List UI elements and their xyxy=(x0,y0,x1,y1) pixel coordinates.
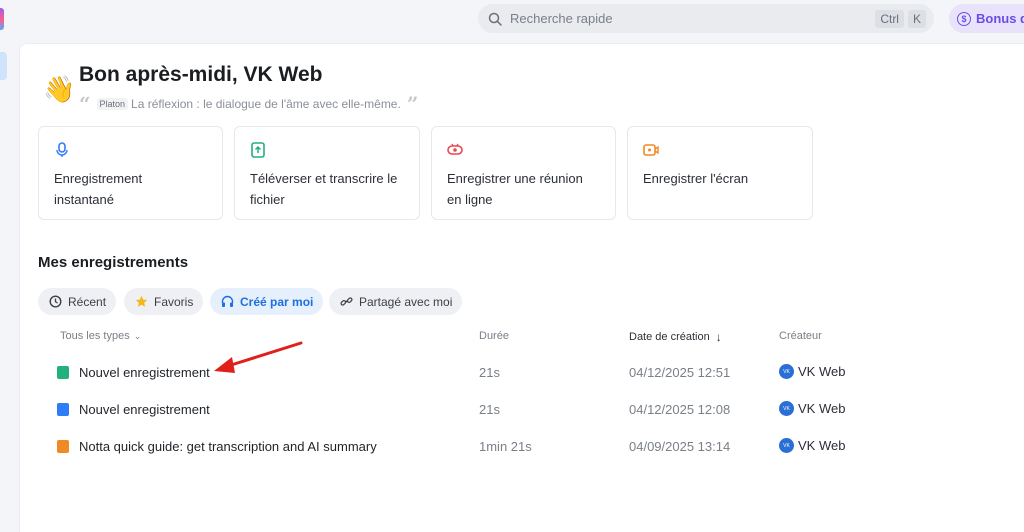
filter-label: Favoris xyxy=(154,294,194,309)
filter-label: Créé par moi xyxy=(240,294,314,309)
recording-duration: 21s xyxy=(479,402,500,417)
upload-transcribe-card[interactable]: Téléverser et transcrire le fichier xyxy=(234,126,420,220)
bonus-button[interactable]: $ Bonus d xyxy=(949,4,1024,33)
headphones-icon xyxy=(220,295,234,309)
sidebar-active-indicator[interactable] xyxy=(0,52,7,80)
shortcut-ctrl: Ctrl xyxy=(875,9,904,28)
recording-duration: 1min 21s xyxy=(479,439,532,454)
table-row[interactable]: Notta quick guide: get transcription and… xyxy=(40,430,940,464)
quote-text: La réflexion : le dialogue de l'âme avec… xyxy=(131,97,401,111)
bonus-label: Bonus d xyxy=(976,11,1024,26)
page-title: Bon après-midi, VK Web xyxy=(79,63,323,86)
quote-author: Platon xyxy=(96,98,129,110)
recording-creator: VK VK Web xyxy=(779,401,845,416)
creator-name: VK Web xyxy=(798,401,846,416)
filter-recent[interactable]: Récent xyxy=(38,288,117,315)
quote: “ Platon La réflexion : le dialogue de l… xyxy=(79,92,419,116)
column-type: Tous les types xyxy=(60,330,130,342)
filter-favorites[interactable]: Favoris xyxy=(124,288,204,315)
column-duration[interactable]: Durée xyxy=(479,330,509,342)
clock-icon xyxy=(48,295,62,309)
sort-desc-icon: ↓ xyxy=(715,330,722,344)
recording-date: 04/12/2025 12:51 xyxy=(629,365,731,380)
screen-record-icon xyxy=(643,142,659,158)
record-screen-card[interactable]: Enregistrer l'écran xyxy=(627,126,813,220)
card-label-line1: Enregistrer une réunion xyxy=(447,171,583,186)
star-icon xyxy=(134,295,148,309)
recording-creator: VK VK Web xyxy=(779,438,845,453)
card-label-line1: Enregistrer l'écran xyxy=(643,171,749,186)
mic-icon xyxy=(54,142,70,158)
top-bar: Recherche rapide Ctrl K $ Bonus d xyxy=(0,0,1024,38)
recording-name[interactable]: Nouvel enregistrement xyxy=(79,402,210,417)
filter-shared-with-me[interactable]: Partagé avec moi xyxy=(329,288,463,315)
upload-file-icon xyxy=(57,366,69,379)
table-row[interactable]: Nouvel enregistrement 21s 04/12/2025 12:… xyxy=(40,393,940,427)
creator-name: VK Web xyxy=(798,438,846,453)
recording-name[interactable]: Notta quick guide: get transcription and… xyxy=(79,439,377,454)
dollar-icon: $ xyxy=(957,11,971,26)
filter-label: Récent xyxy=(68,294,107,309)
card-label-line2: en ligne xyxy=(447,192,493,207)
column-creator[interactable]: Créateur xyxy=(779,330,822,342)
video-file-icon xyxy=(57,440,69,453)
filter-created-by-me[interactable]: Créé par moi xyxy=(210,288,324,315)
chevron-down-icon: ⌄ xyxy=(133,330,142,341)
upload-icon xyxy=(250,142,266,158)
mic-file-icon xyxy=(57,403,69,416)
section-title: Mes enregistrements xyxy=(38,254,189,271)
card-label-line2: instantané xyxy=(54,192,114,207)
avatar: VK xyxy=(779,438,794,453)
recording-duration: 21s xyxy=(479,365,500,380)
filter-label: Partagé avec moi xyxy=(359,294,453,309)
recording-name[interactable]: Nouvel enregistrement xyxy=(79,365,210,380)
recording-creator: VK VK Web xyxy=(779,364,845,379)
card-label-line1: Téléverser et transcrire le xyxy=(250,171,398,186)
close-quote-icon: ” xyxy=(406,92,419,116)
card-label-line1: Enregistrement xyxy=(54,171,143,186)
open-quote-icon: “ xyxy=(79,92,91,116)
search-icon xyxy=(488,11,504,27)
meeting-icon xyxy=(447,142,463,158)
card-label-line2: fichier xyxy=(250,192,285,207)
column-created-sort[interactable]: Date de création ↓ xyxy=(629,330,722,344)
shortcut-k: K xyxy=(907,9,926,28)
table-row[interactable]: Nouvel enregistrement 21s 04/12/2025 12:… xyxy=(40,356,940,390)
recording-date: 04/09/2025 13:14 xyxy=(629,439,731,454)
record-meeting-card[interactable]: Enregistrer une réunion en ligne xyxy=(431,126,616,220)
app-logo-strip xyxy=(0,8,4,30)
avatar: VK xyxy=(779,364,794,379)
search-placeholder: Recherche rapide xyxy=(510,11,613,26)
creator-name: VK Web xyxy=(798,364,846,379)
link-icon xyxy=(339,295,353,309)
avatar: VK xyxy=(779,401,794,416)
recording-date: 04/12/2025 12:08 xyxy=(629,402,731,417)
search-input[interactable]: Recherche rapide Ctrl K xyxy=(478,4,934,33)
instant-record-card[interactable]: Enregistrement instantané xyxy=(38,126,223,220)
column-created: Date de création xyxy=(629,331,710,343)
waving-hand-icon: 👋 xyxy=(43,74,76,104)
type-filter-dropdown[interactable]: Tous les types ⌄ xyxy=(60,330,141,342)
